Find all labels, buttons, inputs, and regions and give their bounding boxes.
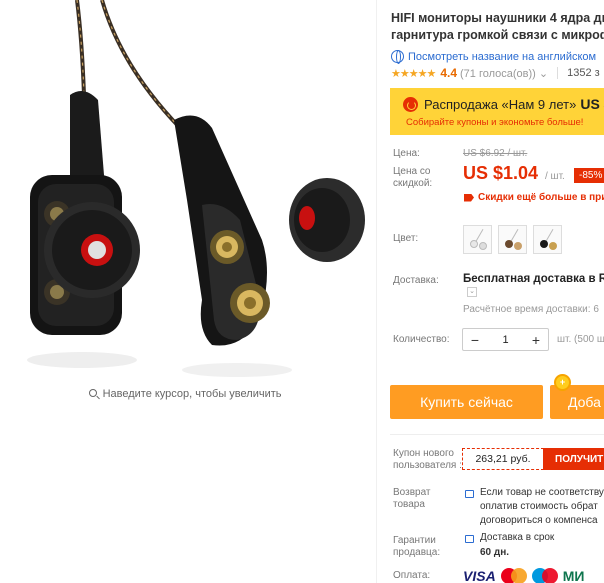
mastercard-logo-icon bbox=[500, 568, 527, 583]
get-coupon-button[interactable]: ПОЛУЧИТ bbox=[543, 448, 604, 470]
rating-row: ★★★★★ 4.4 (71 голоса(ов)) ⌄ 1352 з bbox=[391, 66, 600, 80]
rating-separator bbox=[557, 67, 559, 79]
return-policy-line3: договориться о компенса bbox=[480, 515, 598, 526]
product-title-line1: HIFI мониторы наушники 4 ядра дво bbox=[391, 11, 604, 25]
return-policy-icon bbox=[465, 490, 474, 498]
guarantee-line2: 60 дн. bbox=[480, 547, 510, 558]
old-price: US $6.92 / шт. bbox=[463, 148, 528, 159]
quantity-available: шт. (500 ш bbox=[557, 334, 604, 345]
current-price: US $1.04 bbox=[463, 163, 539, 183]
guarantee-label: Гарантии продавца: bbox=[393, 535, 441, 558]
translate-title-link[interactable]: Посмотреть название на английском bbox=[391, 50, 597, 64]
quantity-stepper: − 1 + bbox=[462, 328, 549, 351]
section-divider bbox=[390, 434, 604, 435]
discount-price-label: Цена со скидкой: bbox=[393, 166, 433, 189]
zoom-hint: Наведите курсор, чтобы увеличить bbox=[0, 388, 370, 400]
delivery-time: Расчётное время доставки: 6 bbox=[463, 304, 599, 315]
buy-now-button[interactable]: Купить сейчас bbox=[390, 385, 543, 419]
rating-value: 4.4 bbox=[440, 66, 457, 80]
new-user-coupon-label: Купон нового пользователя : bbox=[393, 448, 462, 471]
mir-logo-icon: МИ bbox=[562, 568, 585, 583]
color-label: Цвет: bbox=[393, 233, 419, 244]
per-unit-label: / шт. bbox=[545, 171, 565, 182]
quantity-input[interactable]: 1 bbox=[502, 334, 508, 346]
discount-badge: -85% bbox=[574, 168, 604, 183]
chevron-down-icon: ⌄ bbox=[538, 67, 549, 80]
zoom-hint-text: Наведите курсор, чтобы увеличить bbox=[102, 388, 282, 400]
globe-icon bbox=[391, 50, 404, 64]
translate-link-text: Посмотреть название на английском bbox=[408, 50, 597, 63]
column-divider bbox=[376, 0, 377, 583]
coupon-amount: 263,21 руб. bbox=[462, 448, 544, 470]
tag-icon bbox=[464, 193, 474, 202]
product-title: HIFI мониторы наушники 4 ядра дво гарнит… bbox=[391, 10, 604, 44]
sale-title: Распродажа «Нам 9 лет»US $ bbox=[424, 96, 604, 112]
quantity-minus-button[interactable]: − bbox=[469, 332, 481, 348]
sale-price-prefix: US $ bbox=[580, 96, 604, 112]
coin-badge-icon: + bbox=[554, 374, 571, 391]
bulk-discount-text: Скидки ещё больше в при bbox=[478, 192, 604, 203]
shipping-method: Бесплатная доставка в Russ bbox=[463, 273, 604, 285]
price-label: Цена: bbox=[393, 148, 420, 159]
quantity-label: Количество: bbox=[393, 334, 450, 345]
sale-subtitle: Собирайте купоны и экономьте больше! bbox=[406, 117, 584, 128]
product-image[interactable] bbox=[22, 0, 368, 385]
shipping-dropdown-icon[interactable]: ⌄ bbox=[467, 287, 477, 297]
return-label: Возврат товара bbox=[393, 487, 431, 510]
color-swatch-black[interactable] bbox=[533, 225, 562, 254]
guarantee-line1: Доставка в срок bbox=[480, 532, 555, 543]
color-swatch-brown[interactable] bbox=[498, 225, 527, 254]
product-info-panel: HIFI мониторы наушники 4 ядра дво гарнит… bbox=[390, 0, 604, 583]
payment-logos: VISA МИ bbox=[463, 568, 584, 583]
shipping-label: Доставка: bbox=[393, 275, 439, 286]
votes-count[interactable]: (71 голоса(ов)) ⌄ bbox=[460, 67, 548, 80]
product-title-line2: гарнитура громкой связи с микрофо bbox=[391, 28, 604, 42]
return-policy-line2: оплатив стоимость обрат bbox=[480, 501, 598, 512]
maestro-logo-icon bbox=[531, 568, 558, 583]
sale-clock-icon bbox=[403, 97, 418, 112]
color-options bbox=[463, 225, 562, 254]
bulk-discount-note[interactable]: Скидки ещё больше в при bbox=[464, 192, 604, 203]
payment-label: Оплата: bbox=[393, 570, 431, 581]
rating-stars-icon: ★★★★★ bbox=[391, 67, 436, 80]
orders-count: 1352 з bbox=[567, 67, 600, 79]
color-swatch-white[interactable] bbox=[463, 225, 492, 254]
product-gallery: Наведите курсор, чтобы увеличить bbox=[0, 0, 370, 583]
visa-logo-icon: VISA bbox=[463, 568, 496, 583]
magnifier-icon bbox=[88, 389, 97, 397]
return-policy-line1: Если товар не соответству bbox=[480, 487, 604, 498]
sale-banner[interactable]: Распродажа «Нам 9 лет»US $ Собирайте куп… bbox=[390, 88, 604, 135]
delivery-guarantee-icon bbox=[465, 535, 474, 543]
quantity-plus-button[interactable]: + bbox=[530, 332, 542, 348]
